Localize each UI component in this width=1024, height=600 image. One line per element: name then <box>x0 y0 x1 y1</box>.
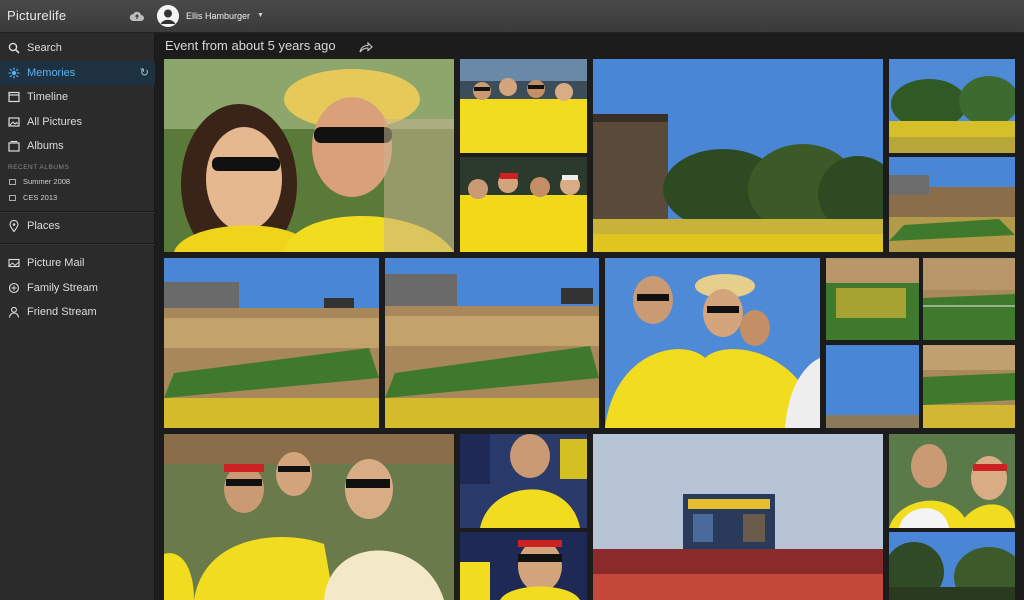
sidebar-item-friend-stream[interactable]: Friend Stream <box>0 300 155 324</box>
photo-tile[interactable] <box>826 258 919 340</box>
sidebar: Search Memories ↻ Timeline All Pictures … <box>0 33 155 600</box>
sidebar-item-label: Search <box>27 42 62 54</box>
album-icon <box>9 195 16 201</box>
timeline-icon <box>8 91 20 103</box>
sidebar-item-picture-mail[interactable]: Picture Mail <box>0 251 155 275</box>
photo-tile[interactable] <box>605 258 820 428</box>
sidebar-item-label: All Pictures <box>27 116 83 128</box>
family-stream-icon <box>8 282 20 294</box>
chevron-down-icon[interactable]: ▼ <box>257 12 264 19</box>
search-icon <box>8 42 20 54</box>
photo-tile[interactable] <box>164 258 379 428</box>
photo-tile[interactable] <box>460 434 587 528</box>
main-content: Event from about 5 years ago <box>155 33 1024 600</box>
photo-tile[interactable] <box>889 532 1015 600</box>
refresh-icon[interactable]: ↻ <box>140 61 149 85</box>
sidebar-item-label: Places <box>27 220 61 232</box>
sidebar-item-albums[interactable]: Albums <box>0 134 155 158</box>
share-icon[interactable] <box>359 41 373 53</box>
sidebar-item-search[interactable]: Search <box>0 36 155 60</box>
sidebar-item-label: Friend Stream <box>27 306 97 318</box>
sidebar-item-places[interactable]: Places <box>0 214 155 238</box>
sidebar-item-label: Family Stream <box>27 282 98 294</box>
photo-tile[interactable] <box>826 345 919 428</box>
photo-tile[interactable] <box>889 59 1015 153</box>
memories-icon <box>8 67 20 79</box>
all-pictures-icon <box>8 117 20 127</box>
photo-tile[interactable] <box>460 59 587 153</box>
sidebar-item-label: Albums <box>27 140 64 152</box>
sidebar-item-label: Picture Mail <box>27 257 85 269</box>
sidebar-item-label: Timeline <box>27 91 69 103</box>
photo-tile[interactable] <box>164 59 454 252</box>
album-item[interactable]: Summer 2008 <box>8 176 70 188</box>
album-icon <box>9 179 16 185</box>
sidebar-item-timeline[interactable]: Timeline <box>0 85 155 109</box>
recent-albums-label: RECENT ALBUMS <box>8 164 70 171</box>
picture-mail-icon <box>8 258 20 268</box>
albums-icon <box>8 140 20 152</box>
photo-tile[interactable] <box>460 157 587 252</box>
event-title: Event from about 5 years ago <box>165 38 336 53</box>
sidebar-item-family-stream[interactable]: Family Stream <box>0 276 155 300</box>
photo-tile[interactable] <box>385 258 599 428</box>
user-name[interactable]: Ellis Hamburger <box>186 11 250 21</box>
divider <box>0 211 155 213</box>
top-bar: Picturelife Ellis Hamburger ▼ <box>0 0 1024 33</box>
photo-tile[interactable] <box>593 59 883 252</box>
divider <box>0 243 155 245</box>
photo-tile[interactable] <box>593 434 883 600</box>
places-icon <box>9 220 19 232</box>
friend-stream-icon <box>8 306 20 318</box>
sidebar-item-label: Memories <box>27 67 76 79</box>
avatar-icon[interactable] <box>157 5 179 27</box>
sidebar-item-all-pictures[interactable]: All Pictures <box>0 110 155 134</box>
photo-tile[interactable] <box>889 157 1015 252</box>
photo-tile[interactable] <box>164 434 454 600</box>
app-logo[interactable]: Picturelife <box>7 8 66 23</box>
photo-tile[interactable] <box>923 258 1015 340</box>
photo-tile[interactable] <box>923 345 1015 428</box>
album-item[interactable]: CES 2013 <box>8 192 57 204</box>
cloud-icon[interactable] <box>129 10 145 22</box>
photo-tile[interactable] <box>889 434 1015 528</box>
sidebar-item-memories[interactable]: Memories ↻ <box>0 61 155 85</box>
photo-tile[interactable] <box>460 532 587 600</box>
